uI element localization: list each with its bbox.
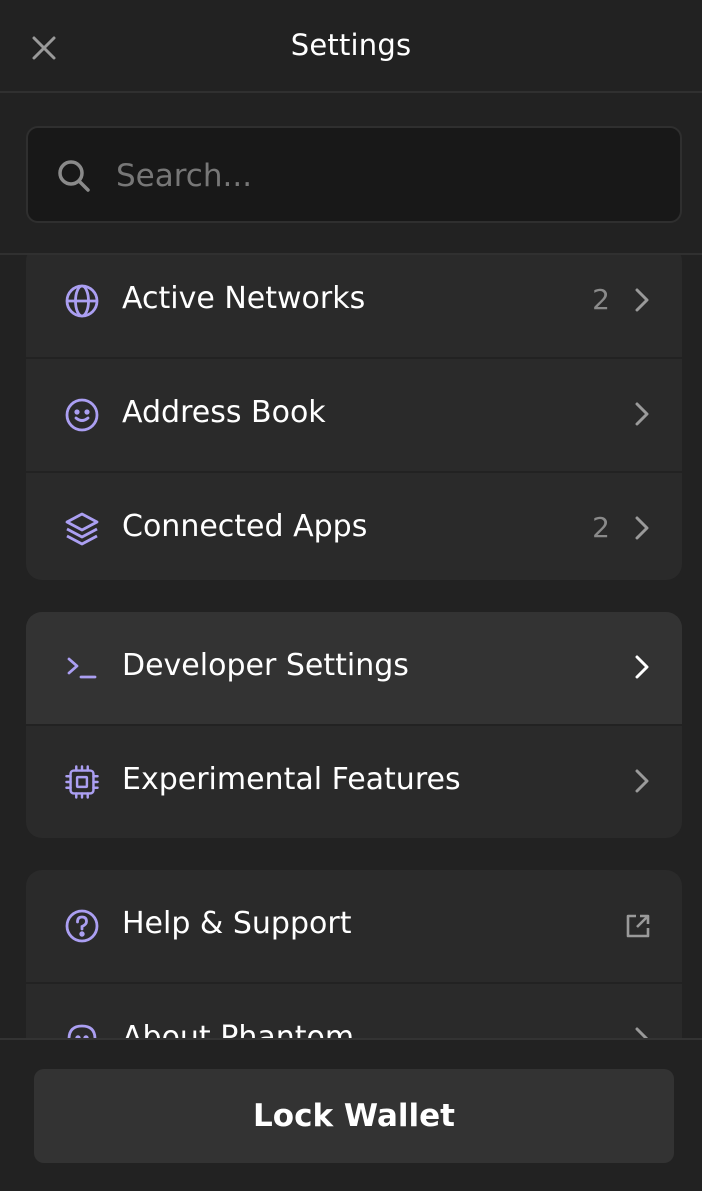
settings-item-label: Connected Apps <box>122 509 368 544</box>
settings-item-label: Experimental Features <box>122 762 461 797</box>
chip-icon <box>64 764 100 800</box>
footer: Lock Wallet <box>0 1038 702 1191</box>
apps-count: 2 <box>592 511 610 544</box>
settings-item-label: Active Networks <box>122 281 366 316</box>
settings-item-help-support[interactable]: Help & Support <box>26 870 682 984</box>
chevron-right-icon <box>635 1027 649 1038</box>
terminal-icon <box>64 650 100 686</box>
settings-item-experimental-features[interactable]: Experimental Features <box>26 726 682 838</box>
settings-item-connected-apps[interactable]: Connected Apps 2 <box>26 473 682 580</box>
help-icon <box>64 908 100 944</box>
settings-item-label: About Phantom <box>122 1020 355 1038</box>
settings-item-label: Help & Support <box>122 906 352 941</box>
layers-icon <box>64 511 100 547</box>
settings-item-active-networks[interactable]: Active Networks 2 <box>26 255 682 359</box>
settings-item-label: Address Book <box>122 395 326 430</box>
settings-group-advanced: Developer Settings Experimental Features <box>26 612 682 838</box>
globe-icon <box>64 283 100 319</box>
settings-item-about-phantom[interactable]: About Phantom <box>26 984 682 1038</box>
search-input[interactable] <box>114 152 658 200</box>
chevron-right-icon <box>635 402 649 426</box>
chevron-right-icon <box>635 769 649 793</box>
chevron-right-icon <box>635 516 649 540</box>
search-box[interactable] <box>26 126 682 223</box>
chevron-right-icon <box>635 655 649 679</box>
page-title: Settings <box>290 28 412 62</box>
settings-group-support: Help & Support About Phantom <box>26 870 682 1038</box>
settings-item-label: Developer Settings <box>122 648 409 683</box>
search-icon <box>58 160 90 192</box>
search-section <box>0 93 702 255</box>
smiley-icon <box>64 397 100 433</box>
external-link-icon <box>626 914 650 938</box>
settings-item-developer-settings[interactable]: Developer Settings <box>26 612 682 726</box>
settings-item-address-book[interactable]: Address Book <box>26 359 682 473</box>
chevron-right-icon <box>635 288 649 312</box>
lock-wallet-button[interactable]: Lock Wallet <box>34 1069 674 1163</box>
ghost-icon <box>64 1022 100 1038</box>
networks-count: 2 <box>592 283 610 316</box>
header: Settings <box>0 0 702 93</box>
settings-group-general: Active Networks 2 Address Book Connected… <box>26 255 682 580</box>
settings-list[interactable]: Active Networks 2 Address Book Connected… <box>0 255 702 1038</box>
